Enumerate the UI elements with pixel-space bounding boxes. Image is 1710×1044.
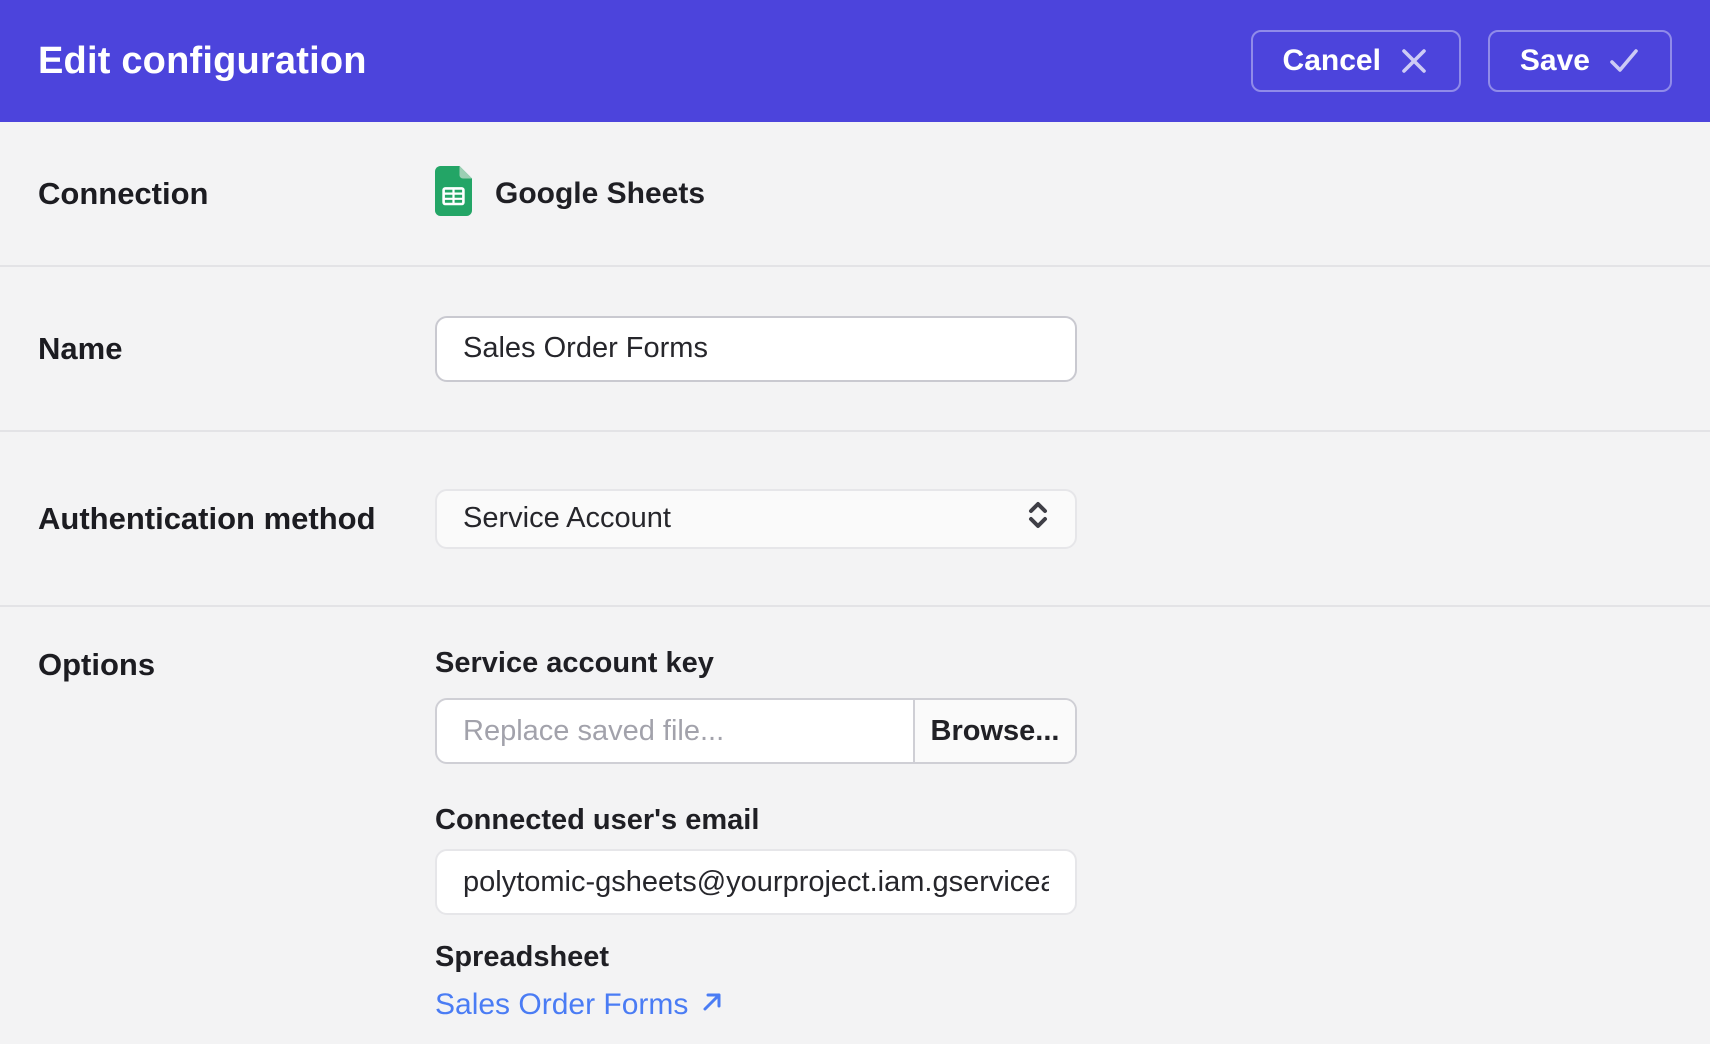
spreadsheet-link[interactable]: Sales Order Forms: [435, 988, 724, 1022]
select-updown-chevrons-icon: [1025, 500, 1051, 538]
options-fields: Service account key Replace saved file..…: [435, 647, 1077, 1022]
connection-value: Google Sheets: [435, 166, 705, 221]
connection-label: Connection: [38, 175, 209, 211]
google-sheets-icon: [435, 166, 472, 221]
connected-email-input[interactable]: [435, 849, 1077, 915]
authentication-row: Authentication method Service Account: [0, 432, 1710, 607]
save-button-label: Save: [1519, 44, 1590, 77]
checkmark-icon: [1608, 46, 1640, 76]
options-label: Options: [38, 647, 156, 682]
name-label: Name: [38, 330, 123, 366]
service-account-key-label: Service account key: [435, 647, 714, 679]
authentication-method-select[interactable]: Service Account: [435, 488, 1077, 549]
close-icon: [1399, 46, 1429, 76]
header-bar: Edit configuration Cancel Save: [0, 0, 1710, 122]
connection-value-text: Google Sheets: [495, 176, 706, 210]
page-title: Edit configuration: [38, 39, 367, 82]
spreadsheet-label: Spreadsheet: [435, 941, 610, 973]
file-input-placeholder[interactable]: Replace saved file...: [437, 700, 913, 762]
external-link-arrow-icon: [700, 988, 724, 1022]
name-row: Name: [0, 267, 1710, 432]
service-account-key-file-input[interactable]: Replace saved file... Browse...: [435, 698, 1077, 764]
browse-button[interactable]: Browse...: [913, 700, 1075, 762]
cancel-button[interactable]: Cancel: [1250, 30, 1461, 92]
cancel-button-label: Cancel: [1282, 44, 1381, 77]
options-row: Options Service account key Replace save…: [0, 607, 1710, 1044]
name-input[interactable]: [435, 315, 1077, 382]
save-button[interactable]: Save: [1487, 30, 1672, 92]
connected-email-label: Connected user's email: [435, 804, 760, 836]
authentication-label: Authentication method: [38, 500, 376, 536]
connection-row: Connection Google Sheets: [0, 122, 1710, 267]
spreadsheet-link-text: Sales Order Forms: [435, 988, 689, 1021]
header-actions: Cancel Save: [1250, 30, 1672, 92]
authentication-selected-value: Service Account: [463, 502, 671, 534]
edit-configuration-page: Edit configuration Cancel Save Connectio…: [0, 0, 1710, 1044]
